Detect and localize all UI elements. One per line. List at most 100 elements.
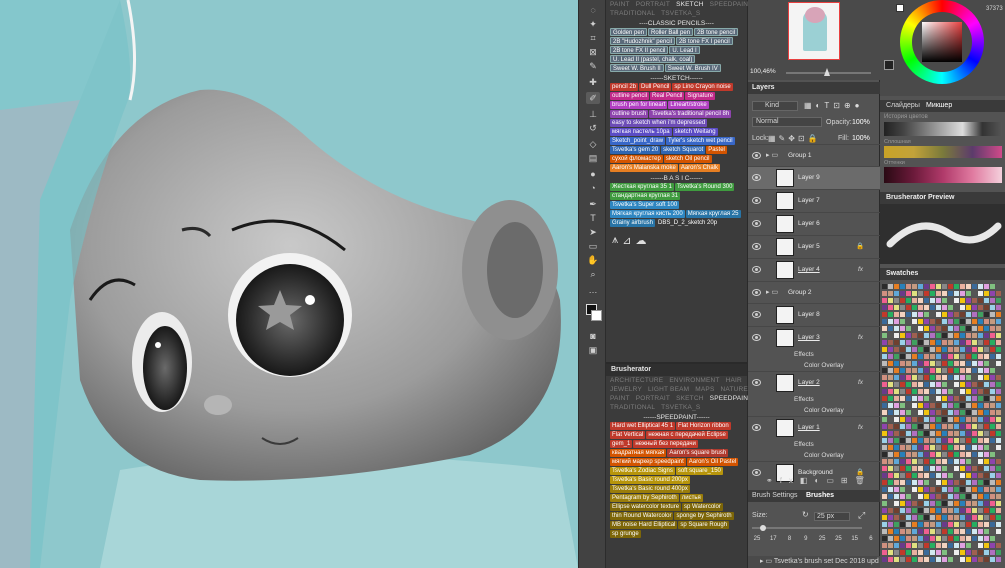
swatch[interactable] xyxy=(984,473,989,478)
swatch[interactable] xyxy=(894,550,899,555)
swatch[interactable] xyxy=(930,410,935,415)
swatch[interactable] xyxy=(972,333,977,338)
swatch[interactable] xyxy=(990,291,995,296)
swatch[interactable] xyxy=(918,529,923,534)
swatch[interactable] xyxy=(954,508,959,513)
swatch[interactable] xyxy=(930,431,935,436)
swatch[interactable] xyxy=(942,291,947,296)
swatch[interactable] xyxy=(996,445,1001,450)
swatch[interactable] xyxy=(882,403,887,408)
swatch[interactable] xyxy=(984,305,989,310)
swatch[interactable] xyxy=(900,459,905,464)
swatch[interactable] xyxy=(906,550,911,555)
swatch[interactable] xyxy=(924,354,929,359)
swatch[interactable] xyxy=(954,312,959,317)
swatch[interactable] xyxy=(888,333,893,338)
rectangle-tool-icon[interactable]: ▭ xyxy=(586,240,600,252)
swatch[interactable] xyxy=(936,403,941,408)
swatch[interactable] xyxy=(924,375,929,380)
swatch[interactable] xyxy=(918,550,923,555)
swatch[interactable] xyxy=(990,347,995,352)
swatch[interactable] xyxy=(966,410,971,415)
swatch[interactable] xyxy=(924,424,929,429)
swatch[interactable] xyxy=(882,354,887,359)
swatch[interactable] xyxy=(990,298,995,303)
eye-icon[interactable] xyxy=(752,243,761,250)
folder-icon[interactable]: ▸ ▭ xyxy=(766,288,778,296)
swatch[interactable] xyxy=(900,403,905,408)
swatch[interactable] xyxy=(990,473,995,478)
swatch[interactable] xyxy=(948,410,953,415)
swatch[interactable] xyxy=(918,522,923,527)
swatch[interactable] xyxy=(888,354,893,359)
swatch[interactable] xyxy=(894,501,899,506)
swatch[interactable] xyxy=(948,396,953,401)
swatch[interactable] xyxy=(996,312,1001,317)
swatch[interactable] xyxy=(918,487,923,492)
swatch[interactable] xyxy=(894,305,899,310)
brush-tag[interactable]: листья xyxy=(679,494,703,502)
swatch[interactable] xyxy=(900,529,905,534)
swatch[interactable] xyxy=(972,403,977,408)
swatch[interactable] xyxy=(984,319,989,324)
fill-value[interactable]: 100% xyxy=(852,135,870,142)
swatch[interactable] xyxy=(984,326,989,331)
swatch[interactable] xyxy=(996,543,1001,548)
swatch[interactable] xyxy=(990,361,995,366)
swatch[interactable] xyxy=(978,291,983,296)
swatch[interactable] xyxy=(990,480,995,485)
cloud-brush-icon[interactable]: ☁ xyxy=(635,234,646,248)
swatch[interactable] xyxy=(960,410,965,415)
swatch[interactable] xyxy=(912,326,917,331)
swatch[interactable] xyxy=(900,368,905,373)
swatch[interactable] xyxy=(960,515,965,520)
swatch[interactable] xyxy=(918,459,923,464)
swatch[interactable] xyxy=(906,389,911,394)
swatch[interactable] xyxy=(966,403,971,408)
swatch[interactable] xyxy=(960,417,965,422)
swatch[interactable] xyxy=(948,417,953,422)
swatch[interactable] xyxy=(942,424,947,429)
swatch[interactable] xyxy=(960,403,965,408)
swatch[interactable] xyxy=(882,473,887,478)
swatch[interactable] xyxy=(978,340,983,345)
swatch[interactable] xyxy=(900,452,905,457)
swatch[interactable] xyxy=(954,326,959,331)
brush-tag[interactable]: 2B tone pencil xyxy=(694,28,739,36)
swatch[interactable] xyxy=(930,333,935,338)
swatch[interactable] xyxy=(966,452,971,457)
swatch[interactable] xyxy=(882,501,887,506)
swatch[interactable] xyxy=(930,354,935,359)
swatch[interactable] xyxy=(918,494,923,499)
swatch[interactable] xyxy=(900,375,905,380)
swatch[interactable] xyxy=(990,557,995,562)
blur-tool-icon[interactable]: ● xyxy=(586,168,600,180)
swatch[interactable] xyxy=(882,368,887,373)
swatch[interactable] xyxy=(972,529,977,534)
swatch[interactable] xyxy=(894,480,899,485)
swatch[interactable] xyxy=(966,326,971,331)
swatch[interactable] xyxy=(930,501,935,506)
swatch[interactable] xyxy=(960,536,965,541)
swatch[interactable] xyxy=(882,557,887,562)
swatch[interactable] xyxy=(912,529,917,534)
swatch[interactable] xyxy=(984,522,989,527)
swatch[interactable] xyxy=(924,319,929,324)
swatch[interactable] xyxy=(984,431,989,436)
swatch[interactable] xyxy=(894,529,899,534)
swatch[interactable] xyxy=(948,473,953,478)
color-history[interactable] xyxy=(884,122,1002,136)
swatch[interactable] xyxy=(948,298,953,303)
swatch[interactable] xyxy=(906,508,911,513)
swatch[interactable] xyxy=(978,445,983,450)
swatch[interactable] xyxy=(954,438,959,443)
swatch[interactable] xyxy=(972,319,977,324)
brush-tag[interactable]: Tsvetka's Zodiac Signs xyxy=(610,467,675,475)
swatch[interactable] xyxy=(918,466,923,471)
swatch[interactable] xyxy=(978,515,983,520)
swatch[interactable] xyxy=(960,424,965,429)
swatch[interactable] xyxy=(984,298,989,303)
swatch[interactable] xyxy=(966,529,971,534)
brush-tag[interactable]: 2B tone FX I pencil xyxy=(675,37,733,45)
swatch[interactable] xyxy=(906,396,911,401)
